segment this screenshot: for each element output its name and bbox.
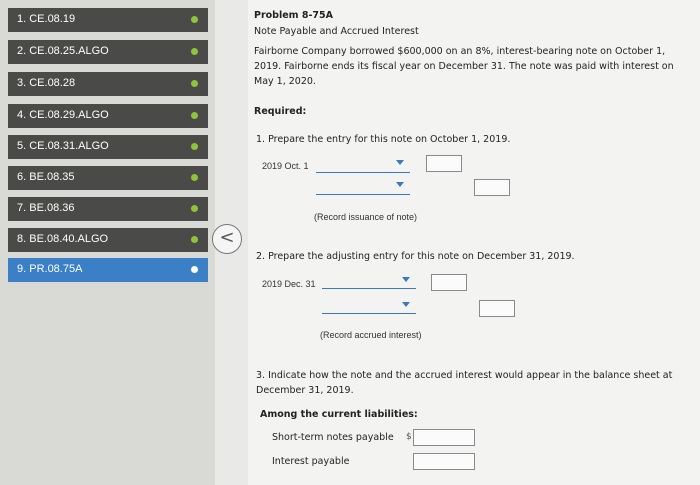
nav-item-ce-08-31-algo[interactable]: 5. CE.08.31.ALGO — [8, 135, 208, 159]
amount-input-1[interactable] — [426, 155, 462, 172]
entry-1-note: (Record issuance of note) — [314, 212, 418, 222]
question-1: 1. Prepare the entry for this note on Oc… — [256, 134, 511, 145]
nav-item-label: 3. CE.08.28 — [17, 77, 76, 89]
current-dot-icon — [191, 266, 198, 273]
nav-item-ce-08-25-algo[interactable]: 2. CE.08.25.ALGO — [8, 40, 208, 64]
required-heading: Required: — [254, 106, 307, 117]
nav-item-be-08-40-algo[interactable]: 8. BE.08.40.ALGO — [8, 228, 208, 252]
nav-item-label: 4. CE.08.29.ALGO — [17, 109, 109, 121]
chevron-left-icon: < — [219, 227, 235, 248]
nav-item-label: 8. BE.08.40.ALGO — [17, 233, 109, 245]
current-liabilities-heading: Among the current liabilities: — [260, 409, 418, 420]
nav-item-ce-08-28[interactable]: 3. CE.08.28 — [8, 72, 208, 96]
nav-item-label: 2. CE.08.25.ALGO — [17, 45, 109, 57]
problem-title: Problem 8-75A — [254, 10, 334, 21]
sidebar: 1. CE.08.19 2. CE.08.25.ALGO 3. CE.08.28… — [0, 0, 215, 485]
nav-item-ce-08-19[interactable]: 1. CE.08.19 — [8, 8, 208, 32]
completed-dot-icon — [191, 205, 198, 212]
chevron-down-icon[interactable] — [402, 302, 410, 307]
completed-dot-icon — [191, 48, 198, 55]
chevron-down-icon[interactable] — [402, 277, 410, 282]
entry-2-note: (Record accrued interest) — [320, 330, 422, 340]
amount-input-2[interactable] — [474, 179, 510, 196]
account-dropdown-4[interactable] — [322, 313, 416, 314]
amount-input-4[interactable] — [479, 300, 515, 317]
short-term-notes-payable-input[interactable] — [413, 429, 475, 446]
account-dropdown-1[interactable] — [316, 172, 410, 173]
completed-dot-icon — [191, 236, 198, 243]
nav-item-ce-08-29-algo[interactable]: 4. CE.08.29.ALGO — [8, 104, 208, 128]
completed-dot-icon — [191, 16, 198, 23]
question-3: 3. Indicate how the note and the accrued… — [256, 370, 673, 396]
question-2: 2. Prepare the adjusting entry for this … — [256, 251, 575, 262]
account-dropdown-3[interactable] — [322, 288, 416, 289]
completed-dot-icon — [191, 143, 198, 150]
short-term-notes-payable-label: Short-term notes payable — [272, 432, 394, 443]
currency-symbol: $ — [406, 432, 412, 442]
nav-item-pr-08-75a[interactable]: 9. PR.08.75A — [8, 258, 208, 282]
entry-1-date: 2019 Oct. 1 — [262, 161, 309, 171]
entry-2-date: 2019 Dec. 31 — [262, 279, 316, 289]
account-dropdown-2[interactable] — [316, 194, 410, 195]
nav-item-be-08-35[interactable]: 6. BE.08.35 — [8, 166, 208, 190]
interest-payable-label: Interest payable — [272, 456, 350, 467]
completed-dot-icon — [191, 112, 198, 119]
nav-item-label: 9. PR.08.75A — [17, 263, 83, 275]
interest-payable-input[interactable] — [413, 453, 475, 470]
collapse-sidebar-button[interactable]: < — [212, 224, 242, 254]
completed-dot-icon — [191, 80, 198, 87]
nav-item-label: 5. CE.08.31.ALGO — [17, 140, 109, 152]
nav-item-be-08-36[interactable]: 7. BE.08.36 — [8, 197, 208, 221]
nav-item-label: 6. BE.08.35 — [17, 171, 75, 183]
chevron-down-icon[interactable] — [396, 160, 404, 165]
nav-item-label: 7. BE.08.36 — [17, 202, 75, 214]
completed-dot-icon — [191, 174, 198, 181]
problem-description: Fairborne Company borrowed $600,000 on a… — [254, 46, 674, 87]
amount-input-3[interactable] — [431, 274, 467, 291]
problem-subtitle: Note Payable and Accrued Interest — [254, 26, 419, 37]
problem-content: Problem 8-75A Note Payable and Accrued I… — [248, 0, 700, 485]
nav-item-label: 1. CE.08.19 — [17, 13, 76, 25]
chevron-down-icon[interactable] — [396, 182, 404, 187]
